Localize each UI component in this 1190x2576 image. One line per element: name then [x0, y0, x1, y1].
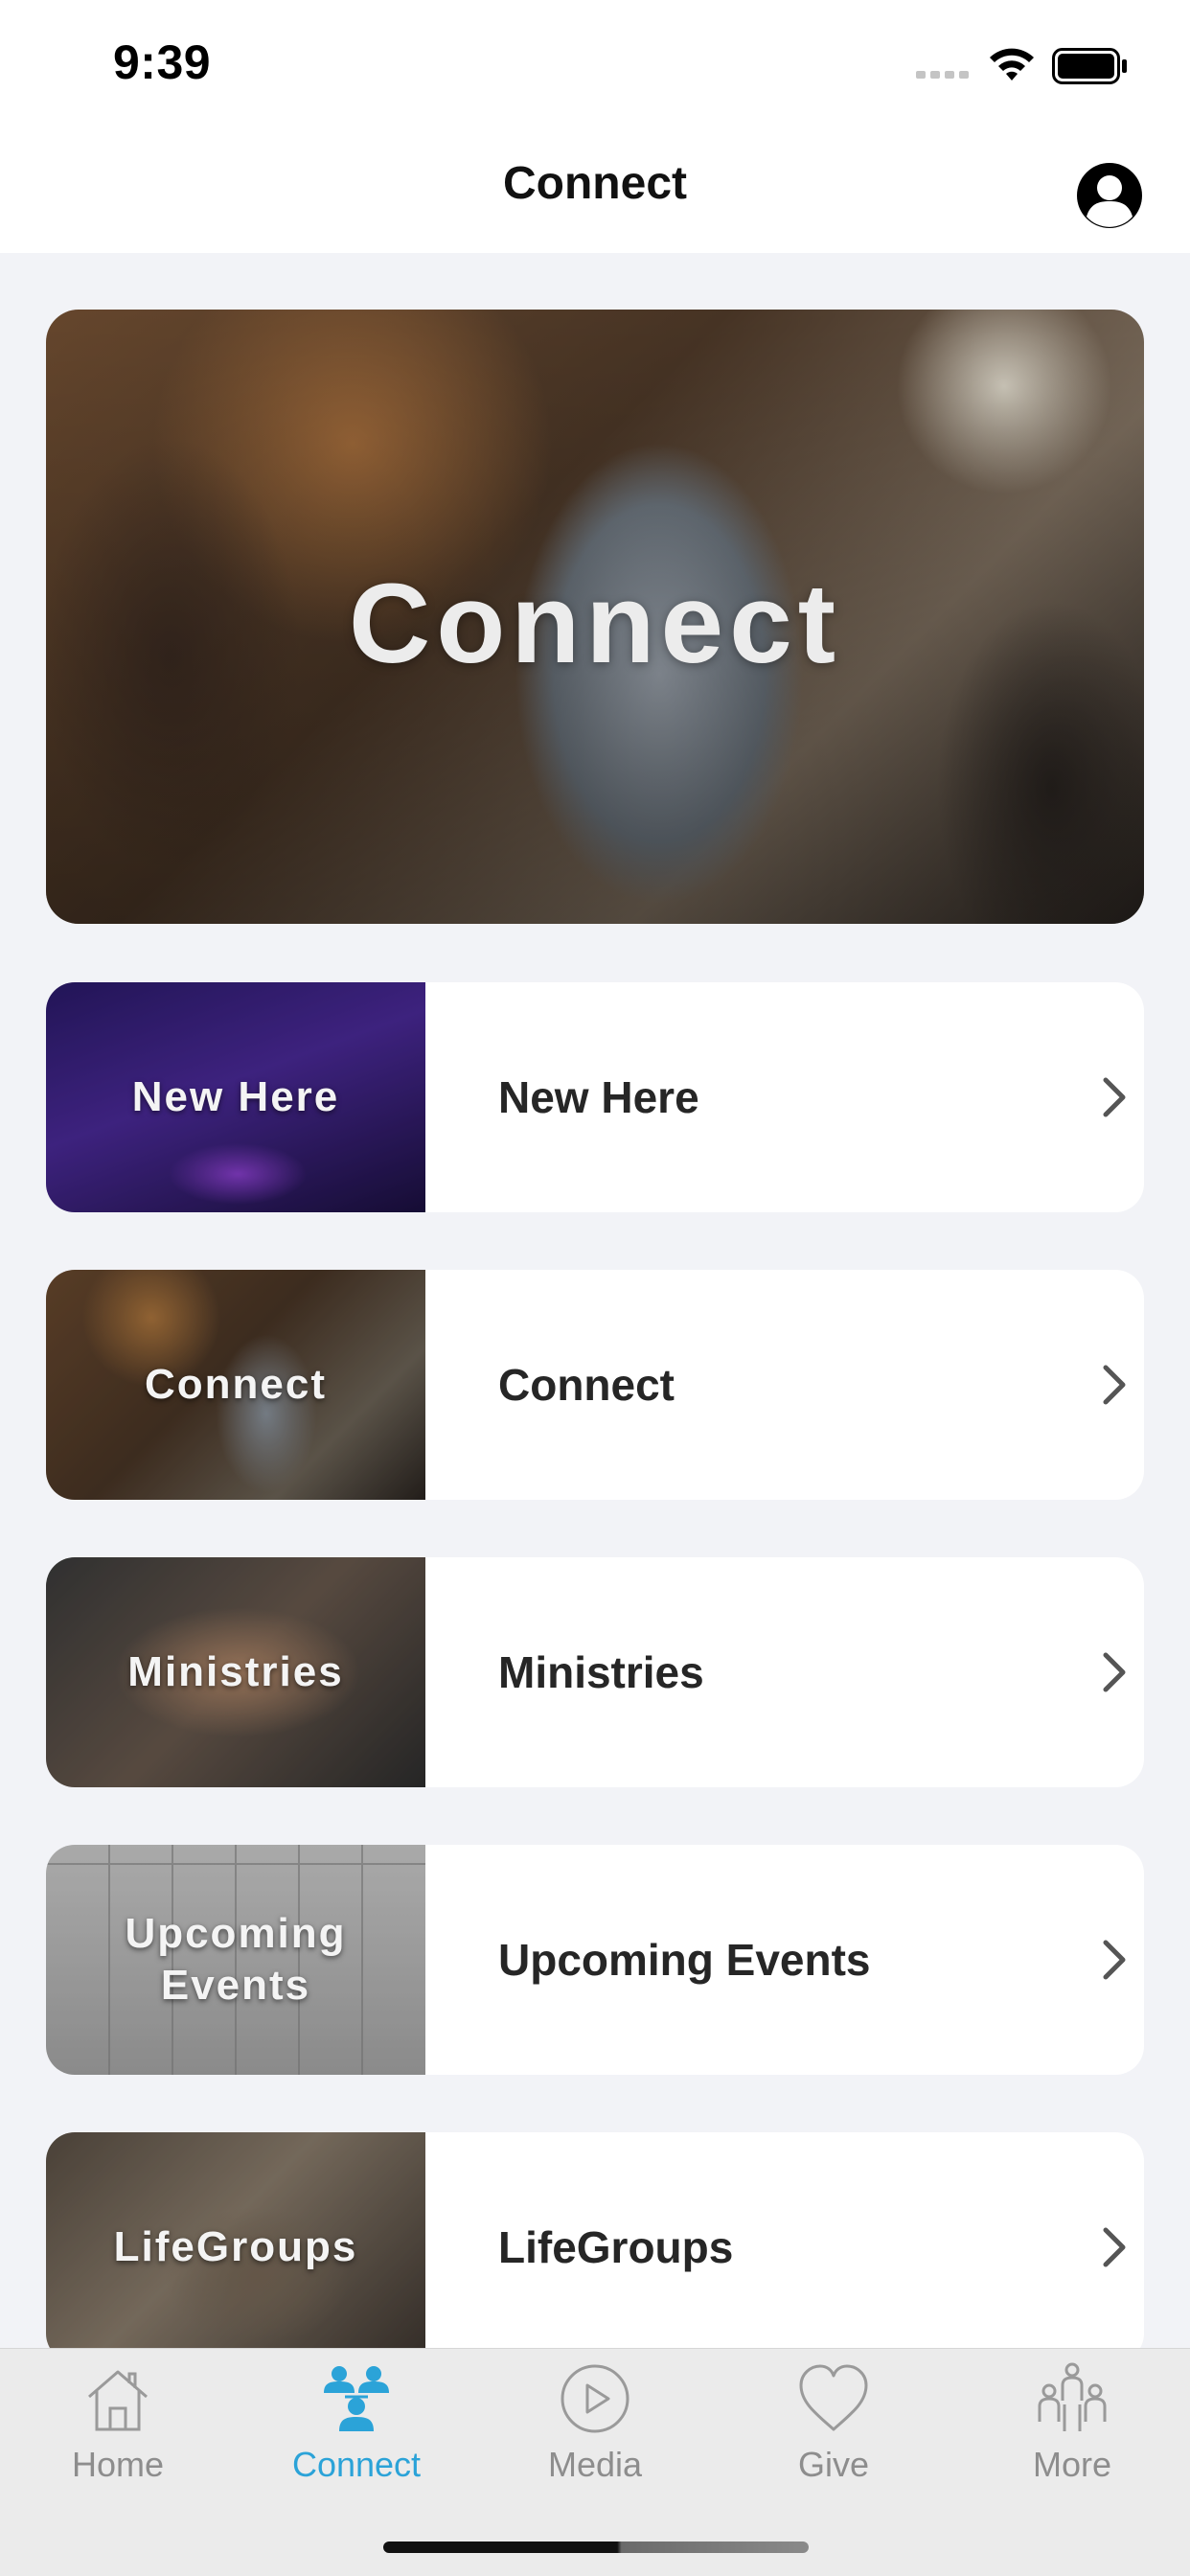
- battery-icon: [1052, 48, 1127, 84]
- thumbnail-label: Upcoming Events: [125, 1910, 347, 2009]
- people-icon: [324, 2366, 389, 2431]
- tab-home[interactable]: Home: [22, 2349, 214, 2512]
- thumbnail-label: Ministries: [127, 1648, 344, 1695]
- thumbnail-label: New Here: [131, 1073, 340, 1120]
- list-item-label: Upcoming Events: [498, 1935, 871, 1985]
- list-item-new-here[interactable]: New Here New Here: [46, 982, 1144, 1212]
- chevron-right-icon: [1103, 1077, 1126, 1117]
- chevron-right-icon: [1103, 1940, 1126, 1980]
- hero-title: Connect: [349, 561, 841, 687]
- tab-connect[interactable]: Connect: [261, 2349, 452, 2512]
- more-people-icon: [1038, 2362, 1107, 2431]
- thumbnail-image: Ministries: [46, 1557, 425, 1787]
- list-item-upcoming-events[interactable]: Upcoming Events Upcoming Events: [46, 1845, 1144, 2075]
- tab-more[interactable]: More: [976, 2349, 1168, 2512]
- list-item-connect[interactable]: Connect Connect: [46, 1270, 1144, 1500]
- thumbnail-image: New Here: [46, 982, 425, 1212]
- tab-label: Home: [71, 2445, 165, 2484]
- heart-icon: [799, 2364, 868, 2431]
- page-title: Connect: [503, 158, 687, 209]
- chevron-right-icon: [1103, 2227, 1126, 2267]
- list-item-label: LifeGroups: [498, 2222, 734, 2272]
- thumbnail-image: Upcoming Events: [46, 1845, 425, 2075]
- list-item-label: Connect: [498, 1360, 675, 1410]
- tab-give[interactable]: Give: [738, 2349, 929, 2512]
- tab-label: Media: [547, 2445, 643, 2484]
- thumbnail-image: Connect: [46, 1270, 425, 1500]
- profile-icon[interactable]: [1075, 161, 1144, 230]
- list-item-lifegroups[interactable]: LifeGroups LifeGroups: [46, 2132, 1144, 2362]
- tab-media[interactable]: Media: [499, 2349, 691, 2512]
- home-icon: [88, 2370, 148, 2431]
- wifi-icon: [990, 48, 1034, 80]
- tab-label: Give: [797, 2445, 870, 2484]
- list-item-label: New Here: [498, 1072, 699, 1122]
- hero-banner[interactable]: Connect: [46, 310, 1144, 924]
- tab-label: More: [1032, 2445, 1112, 2484]
- thumbnail-image: LifeGroups: [46, 2132, 425, 2362]
- list-item-ministries[interactable]: Ministries Ministries: [46, 1557, 1144, 1787]
- chevron-right-icon: [1103, 1652, 1126, 1692]
- home-indicator: [383, 2542, 809, 2553]
- signal-icon: [916, 71, 969, 79]
- chevron-right-icon: [1103, 1365, 1126, 1405]
- play-icon: [561, 2364, 629, 2433]
- nav-bar: Connect: [0, 128, 1190, 253]
- tab-label: Connect: [291, 2445, 422, 2484]
- list-item-label: Ministries: [498, 1647, 704, 1697]
- status-time: 9:39: [113, 35, 212, 89]
- thumbnail-label: Connect: [145, 1361, 327, 1408]
- thumbnail-label: LifeGroups: [113, 2223, 358, 2270]
- status-bar: 9:39: [0, 0, 1190, 128]
